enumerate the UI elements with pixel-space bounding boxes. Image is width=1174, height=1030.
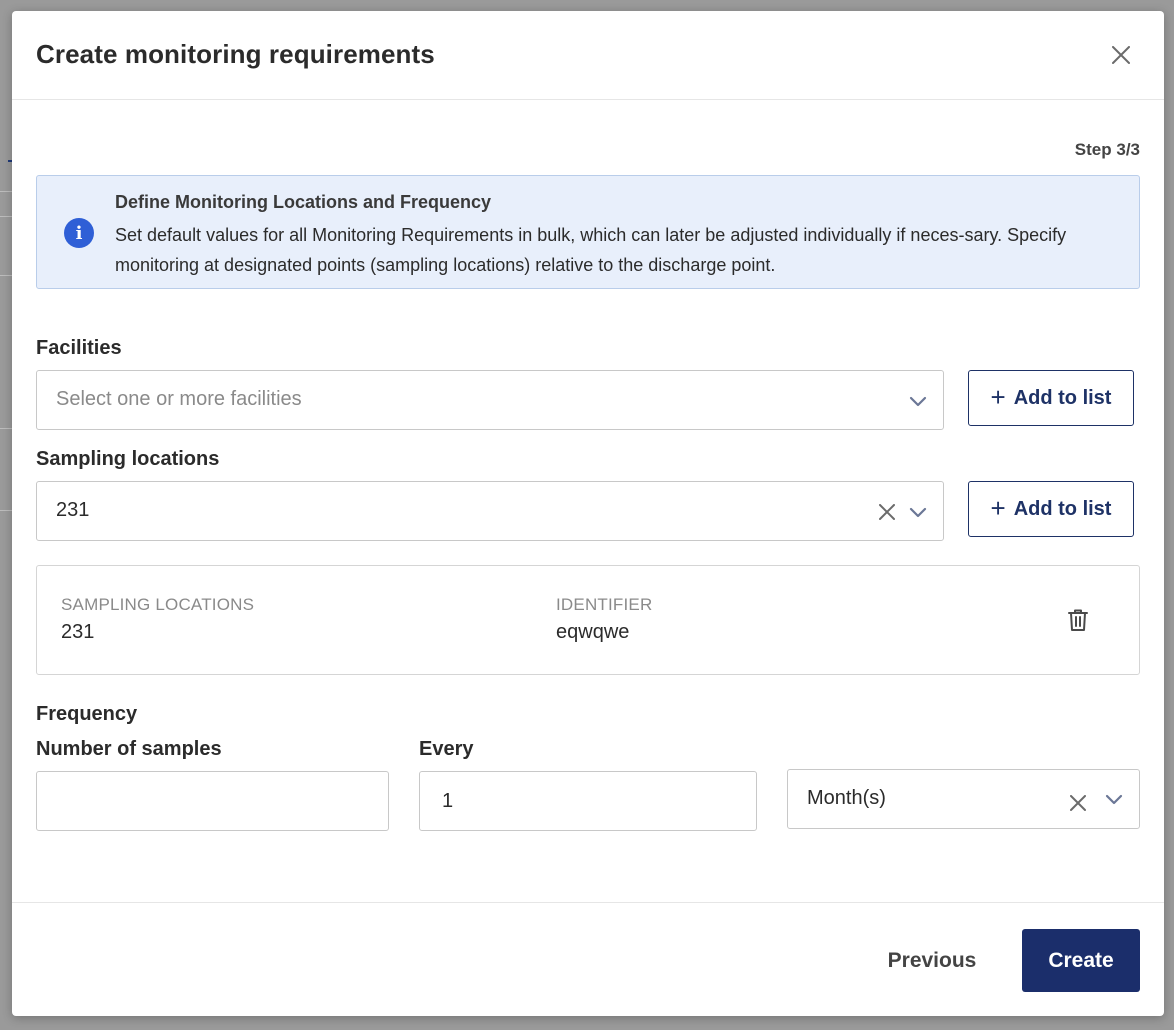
facilities-add-to-list-button[interactable]: + Add to list <box>968 370 1134 426</box>
chevron-down-icon <box>908 391 928 411</box>
frequency-label: Frequency <box>36 703 138 725</box>
facilities-add-label: Add to list <box>1013 386 1112 409</box>
every-label: Every <box>419 738 474 760</box>
number-of-samples-label: Number of samples <box>36 738 222 760</box>
background-divider <box>0 510 12 511</box>
info-text: Set default values for all Monitoring Re… <box>115 225 1067 275</box>
close-button[interactable] <box>1106 40 1136 70</box>
create-button[interactable]: Create <box>1022 929 1140 992</box>
sampling-locations-column-header: SAMPLING LOCATIONS <box>61 595 255 614</box>
identifier-column-header: IDENTIFIER <box>556 595 653 614</box>
create-monitoring-dialog: Create monitoring requirements Step 3/3 … <box>12 11 1164 1016</box>
background-divider <box>0 191 12 192</box>
facilities-select[interactable]: Select one or more facilities <box>36 370 944 430</box>
background-divider <box>0 275 12 276</box>
sampling-add-to-list-button[interactable]: + Add to list <box>968 481 1134 537</box>
close-icon <box>1112 46 1130 64</box>
identifier-value: eqwqwe <box>556 621 630 643</box>
dialog-header: Create monitoring requirements <box>12 11 1164 100</box>
dialog-footer: Previous Create <box>12 902 1164 1016</box>
number-of-samples-input[interactable] <box>36 771 389 831</box>
facilities-placeholder: Select one or more facilities <box>56 388 302 410</box>
info-banner: i Define Monitoring Locations and Freque… <box>36 175 1140 289</box>
sampling-location-row: SAMPLING LOCATIONS 231 IDENTIFIER eqwqwe <box>36 565 1140 675</box>
background-divider <box>0 216 12 217</box>
sampling-locations-value: 231 <box>56 499 90 521</box>
every-input[interactable] <box>419 771 757 831</box>
info-title: Define Monitoring Locations and Frequenc… <box>115 192 492 212</box>
facilities-label: Facilities <box>36 337 122 359</box>
chevron-down-icon <box>908 502 928 522</box>
delete-location-button[interactable] <box>1064 606 1092 634</box>
plus-icon: + <box>990 493 1006 523</box>
frequency-unit-value: Month(s) <box>807 787 886 809</box>
step-indicator: Step 3/3 <box>1074 140 1140 159</box>
clear-selection-icon[interactable] <box>876 501 898 523</box>
background-divider <box>0 428 12 429</box>
sampling-locations-label: Sampling locations <box>36 448 220 470</box>
frequency-unit-select[interactable]: Month(s) <box>787 769 1140 829</box>
sampling-location-value: 231 <box>61 621 95 643</box>
sampling-locations-select[interactable]: 231 <box>36 481 944 541</box>
clear-selection-icon[interactable] <box>1067 792 1089 814</box>
info-icon: i <box>64 218 94 248</box>
sampling-add-label: Add to list <box>1013 497 1112 520</box>
dialog-title: Create monitoring requirements <box>36 39 435 69</box>
previous-button[interactable]: Previous <box>867 941 997 981</box>
plus-icon: + <box>990 382 1006 412</box>
trash-icon <box>1068 609 1088 631</box>
chevron-down-icon <box>1104 789 1124 809</box>
